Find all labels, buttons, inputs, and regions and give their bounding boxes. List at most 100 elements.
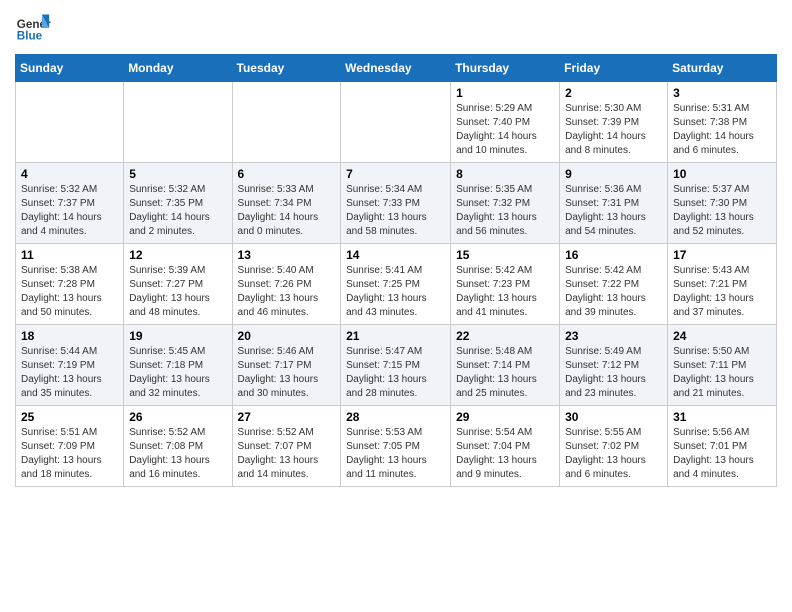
- day-info: Sunrise: 5:52 AM Sunset: 7:07 PM Dayligh…: [238, 426, 336, 482]
- day-number: 8: [456, 167, 554, 181]
- day-info: Sunrise: 5:39 AM Sunset: 7:27 PM Dayligh…: [129, 264, 226, 320]
- day-number: 18: [21, 329, 118, 343]
- day-number: 28: [346, 410, 445, 424]
- day-info: Sunrise: 5:41 AM Sunset: 7:25 PM Dayligh…: [346, 264, 445, 320]
- calendar-week-2: 11Sunrise: 5:38 AM Sunset: 7:28 PM Dayli…: [16, 244, 777, 325]
- day-info: Sunrise: 5:50 AM Sunset: 7:11 PM Dayligh…: [673, 345, 771, 401]
- day-number: 13: [238, 248, 336, 262]
- day-number: 16: [565, 248, 662, 262]
- svg-text:Blue: Blue: [17, 30, 43, 43]
- day-info: Sunrise: 5:34 AM Sunset: 7:33 PM Dayligh…: [346, 183, 445, 239]
- day-number: 22: [456, 329, 554, 343]
- day-number: 3: [673, 86, 771, 100]
- day-number: 12: [129, 248, 226, 262]
- calendar-week-1: 4 Sunrise: 5:32 AM Sunset: 7:37 PM Daylig…: [16, 163, 777, 244]
- day-number: 10: [673, 167, 771, 181]
- weekday-header-thursday: Thursday: [451, 55, 560, 82]
- day-number: 30: [565, 410, 662, 424]
- day-info: Sunrise: 5:47 AM Sunset: 7:15 PM Dayligh…: [346, 345, 445, 401]
- calendar-cell: 13 Sunrise: 5:40 AM Sunset: 7:26 PM Dayli…: [232, 244, 341, 325]
- calendar-cell: 17 Sunrise: 5:43 AM Sunset: 7:21 PM Dayli…: [668, 244, 777, 325]
- calendar-cell: 18 Sunrise: 5:44 AM Sunset: 7:19 PM Dayli…: [16, 325, 124, 406]
- page-header: General Blue: [15, 10, 777, 46]
- calendar-cell: 29Sunrise: 5:54 AM Sunset: 7:04 PM Dayli…: [451, 406, 560, 487]
- day-info: Sunrise: 5:30 AM Sunset: 7:39 PM Dayligh…: [565, 102, 662, 158]
- day-info: Sunrise: 5:31 AM Sunset: 7:38 PM Dayligh…: [673, 102, 771, 158]
- weekday-header-wednesday: Wednesday: [341, 55, 451, 82]
- day-info: Sunrise: 5:32 AM Sunset: 7:35 PM Dayligh…: [129, 183, 226, 239]
- day-number: 24: [673, 329, 771, 343]
- day-info: Sunrise: 5:44 AM Sunset: 7:19 PM Dayligh…: [21, 345, 118, 401]
- calendar-cell: 16 Sunrise: 5:42 AM Sunset: 7:22 PM Dayli…: [560, 244, 668, 325]
- day-number: 9: [565, 167, 662, 181]
- day-number: 7: [346, 167, 445, 181]
- calendar-week-3: 18 Sunrise: 5:44 AM Sunset: 7:19 PM Dayli…: [16, 325, 777, 406]
- calendar-cell: 14Sunrise: 5:41 AM Sunset: 7:25 PM Dayli…: [341, 244, 451, 325]
- calendar-cell: 24 Sunrise: 5:50 AM Sunset: 7:11 PM Dayli…: [668, 325, 777, 406]
- calendar-cell: 31 Sunrise: 5:56 AM Sunset: 7:01 PM Dayli…: [668, 406, 777, 487]
- day-info: Sunrise: 5:29 AM Sunset: 7:40 PM Dayligh…: [456, 102, 554, 158]
- day-number: 1: [456, 86, 554, 100]
- calendar-cell: [341, 82, 451, 163]
- day-info: Sunrise: 5:36 AM Sunset: 7:31 PM Dayligh…: [565, 183, 662, 239]
- day-info: Sunrise: 5:42 AM Sunset: 7:22 PM Dayligh…: [565, 264, 662, 320]
- calendar-cell: 19 Sunrise: 5:45 AM Sunset: 7:18 PM Dayli…: [124, 325, 232, 406]
- day-number: 21: [346, 329, 445, 343]
- calendar-week-0: 1 Sunrise: 5:29 AM Sunset: 7:40 PM Daylig…: [16, 82, 777, 163]
- calendar-cell: 6 Sunrise: 5:33 AM Sunset: 7:34 PM Daylig…: [232, 163, 341, 244]
- day-number: 11: [21, 248, 118, 262]
- day-info: Sunrise: 5:54 AM Sunset: 7:04 PM Dayligh…: [456, 426, 554, 482]
- day-number: 17: [673, 248, 771, 262]
- day-info: Sunrise: 5:48 AM Sunset: 7:14 PM Dayligh…: [456, 345, 554, 401]
- day-info: Sunrise: 5:43 AM Sunset: 7:21 PM Dayligh…: [673, 264, 771, 320]
- calendar-cell: 26 Sunrise: 5:52 AM Sunset: 7:08 PM Dayli…: [124, 406, 232, 487]
- day-info: Sunrise: 5:42 AM Sunset: 7:23 PM Dayligh…: [456, 264, 554, 320]
- calendar-cell: 21 Sunrise: 5:47 AM Sunset: 7:15 PM Dayli…: [341, 325, 451, 406]
- calendar-cell: 11Sunrise: 5:38 AM Sunset: 7:28 PM Dayli…: [16, 244, 124, 325]
- day-info: Sunrise: 5:33 AM Sunset: 7:34 PM Dayligh…: [238, 183, 336, 239]
- calendar-cell: 15 Sunrise: 5:42 AM Sunset: 7:23 PM Dayli…: [451, 244, 560, 325]
- calendar-cell: 7 Sunrise: 5:34 AM Sunset: 7:33 PM Daylig…: [341, 163, 451, 244]
- day-info: Sunrise: 5:40 AM Sunset: 7:26 PM Dayligh…: [238, 264, 336, 320]
- weekday-row: SundayMondayTuesdayWednesdayThursdayFrid…: [16, 55, 777, 82]
- day-number: 25: [21, 410, 118, 424]
- day-number: 27: [238, 410, 336, 424]
- weekday-header-saturday: Saturday: [668, 55, 777, 82]
- day-info: Sunrise: 5:37 AM Sunset: 7:30 PM Dayligh…: [673, 183, 771, 239]
- calendar-body: 1 Sunrise: 5:29 AM Sunset: 7:40 PM Daylig…: [16, 82, 777, 487]
- day-number: 31: [673, 410, 771, 424]
- calendar-cell: 28Sunrise: 5:53 AM Sunset: 7:05 PM Dayli…: [341, 406, 451, 487]
- calendar-week-4: 25Sunrise: 5:51 AM Sunset: 7:09 PM Dayli…: [16, 406, 777, 487]
- calendar-cell: 4 Sunrise: 5:32 AM Sunset: 7:37 PM Daylig…: [16, 163, 124, 244]
- day-number: 19: [129, 329, 226, 343]
- calendar-cell: [232, 82, 341, 163]
- day-number: 4: [21, 167, 118, 181]
- logo: General Blue: [15, 10, 51, 46]
- calendar-header: SundayMondayTuesdayWednesdayThursdayFrid…: [16, 55, 777, 82]
- day-number: 6: [238, 167, 336, 181]
- day-number: 26: [129, 410, 226, 424]
- calendar-cell: 22 Sunrise: 5:48 AM Sunset: 7:14 PM Dayli…: [451, 325, 560, 406]
- logo-icon: General Blue: [15, 10, 51, 46]
- weekday-header-sunday: Sunday: [16, 55, 124, 82]
- calendar-cell: 27 Sunrise: 5:52 AM Sunset: 7:07 PM Dayli…: [232, 406, 341, 487]
- day-number: 5: [129, 167, 226, 181]
- day-info: Sunrise: 5:55 AM Sunset: 7:02 PM Dayligh…: [565, 426, 662, 482]
- calendar-cell: 3 Sunrise: 5:31 AM Sunset: 7:38 PM Daylig…: [668, 82, 777, 163]
- day-number: 20: [238, 329, 336, 343]
- day-number: 15: [456, 248, 554, 262]
- day-info: Sunrise: 5:52 AM Sunset: 7:08 PM Dayligh…: [129, 426, 226, 482]
- calendar-cell: 25Sunrise: 5:51 AM Sunset: 7:09 PM Dayli…: [16, 406, 124, 487]
- calendar-table: SundayMondayTuesdayWednesdayThursdayFrid…: [15, 54, 777, 487]
- calendar-cell: 1 Sunrise: 5:29 AM Sunset: 7:40 PM Daylig…: [451, 82, 560, 163]
- calendar-cell: 2Sunrise: 5:30 AM Sunset: 7:39 PM Daylig…: [560, 82, 668, 163]
- calendar-cell: [16, 82, 124, 163]
- day-info: Sunrise: 5:32 AM Sunset: 7:37 PM Dayligh…: [21, 183, 118, 239]
- day-info: Sunrise: 5:56 AM Sunset: 7:01 PM Dayligh…: [673, 426, 771, 482]
- day-info: Sunrise: 5:35 AM Sunset: 7:32 PM Dayligh…: [456, 183, 554, 239]
- calendar-cell: 12 Sunrise: 5:39 AM Sunset: 7:27 PM Dayli…: [124, 244, 232, 325]
- day-info: Sunrise: 5:45 AM Sunset: 7:18 PM Dayligh…: [129, 345, 226, 401]
- calendar-cell: 20Sunrise: 5:46 AM Sunset: 7:17 PM Dayli…: [232, 325, 341, 406]
- day-info: Sunrise: 5:49 AM Sunset: 7:12 PM Dayligh…: [565, 345, 662, 401]
- calendar-cell: 9 Sunrise: 5:36 AM Sunset: 7:31 PM Daylig…: [560, 163, 668, 244]
